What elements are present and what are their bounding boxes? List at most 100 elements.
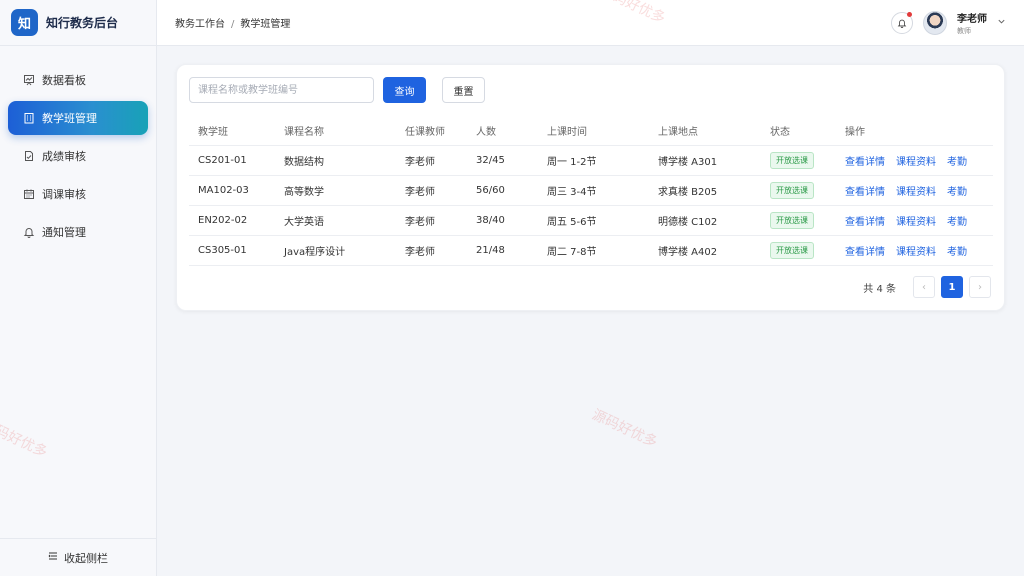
user-info[interactable]: 李老师 教师	[957, 10, 987, 36]
cell-course: 高等数学	[275, 175, 396, 206]
course-material-link[interactable]: 课程资料	[896, 157, 936, 168]
column-header: 教学班	[189, 117, 275, 146]
cell-teacher: 李老师	[396, 205, 467, 236]
top-header: 教务工作台 / 教学班管理 李老师 教师	[157, 0, 1024, 46]
view-detail-link[interactable]: 查看详情	[845, 157, 885, 168]
cell-course: Java程序设计	[275, 235, 396, 266]
cell-place: 博学楼 A402	[649, 235, 761, 266]
user-name: 李老师	[957, 14, 987, 25]
brand-title: 知行教务后台	[46, 16, 119, 30]
watermark: 源码好优多	[589, 406, 660, 451]
view-detail-link[interactable]: 查看详情	[845, 247, 885, 258]
sidebar-nav: 数据看板 教学班管理 成绩审核 调课审核 通知管理	[0, 46, 156, 249]
cell-actions: 查看详情 课程资料 考勤	[836, 205, 993, 236]
cell-place: 求真楼 B205	[649, 175, 761, 206]
attendance-link[interactable]: 考勤	[947, 187, 967, 198]
sidebar-item-label: 调课审核	[42, 188, 86, 201]
notification-button[interactable]	[891, 12, 913, 34]
sidebar-item-schedule-review[interactable]: 调课审核	[8, 177, 148, 211]
cell-count: 38/40	[467, 205, 538, 236]
table-row: MA102-03 高等数学 李老师 56/60 周三 3-4节 求真楼 B205…	[189, 175, 993, 206]
cell-teacher: 李老师	[396, 145, 467, 176]
cell-status: 开放选课	[761, 205, 836, 236]
status-badge: 开放选课	[770, 151, 814, 169]
collapse-sidebar-button[interactable]: 收起侧栏	[0, 538, 156, 576]
brand: 知 知行教务后台	[0, 0, 156, 46]
cell-count: 32/45	[467, 145, 538, 176]
attendance-link[interactable]: 考勤	[947, 157, 967, 168]
table-header-row: 教学班 课程名称 任课教师 人数 上课时间 上课地点 状态 操作	[189, 117, 993, 146]
sidebar-item-dashboard[interactable]: 数据看板	[8, 63, 148, 97]
building-icon	[23, 112, 35, 124]
sidebar-item-grade-review[interactable]: 成绩审核	[8, 139, 148, 173]
prev-page-button[interactable]: ‹	[913, 276, 935, 298]
cell-teacher: 李老师	[396, 175, 467, 206]
breadcrumb-item: 教学班管理	[240, 19, 291, 30]
table-row: CS201-01 数据结构 李老师 32/45 周一 1-2节 博学楼 A301…	[189, 145, 993, 176]
column-header: 课程名称	[275, 117, 396, 146]
sidebar-item-class-management[interactable]: 教学班管理	[8, 101, 148, 135]
cell-course: 大学英语	[275, 205, 396, 236]
view-detail-link[interactable]: 查看详情	[845, 187, 885, 198]
column-header: 任课教师	[396, 117, 467, 146]
pagination: 共 4 条 ‹ 1 ›	[863, 276, 991, 298]
cell-status: 开放选课	[761, 175, 836, 206]
calendar-icon	[23, 188, 35, 200]
cell-class-id: CS201-01	[189, 145, 275, 176]
user-role: 教师	[957, 27, 971, 35]
document-check-icon	[23, 150, 35, 162]
cell-time: 周五 5-6节	[538, 205, 649, 236]
sidebar-item-label: 通知管理	[42, 226, 86, 239]
status-badge: 开放选课	[770, 181, 814, 199]
cell-status: 开放选课	[761, 235, 836, 266]
cell-count: 21/48	[467, 235, 538, 266]
query-button[interactable]: 查询	[383, 77, 426, 103]
column-header: 上课地点	[649, 117, 761, 146]
view-detail-link[interactable]: 查看详情	[845, 217, 885, 228]
notification-dot	[907, 12, 912, 17]
cell-class-id: MA102-03	[189, 175, 275, 206]
breadcrumb: 教务工作台 / 教学班管理	[175, 15, 290, 30]
next-page-button[interactable]: ›	[969, 276, 991, 298]
status-badge: 开放选课	[770, 211, 814, 229]
cell-actions: 查看详情 课程资料 考勤	[836, 175, 993, 206]
cell-actions: 查看详情 课程资料 考勤	[836, 145, 993, 176]
attendance-link[interactable]: 考勤	[947, 247, 967, 258]
table-row: CS305-01 Java程序设计 李老师 21/48 周二 7-8节 博学楼 …	[189, 235, 993, 266]
sidebar: 知 知行教务后台 数据看板 教学班管理 成绩审核 调课审核 通知管理 收起侧栏	[0, 0, 157, 576]
course-material-link[interactable]: 课程资料	[896, 187, 936, 198]
sidebar-item-label: 教学班管理	[42, 112, 97, 125]
bell-icon	[897, 19, 907, 28]
sidebar-item-label: 成绩审核	[42, 150, 86, 163]
course-material-link[interactable]: 课程资料	[896, 217, 936, 228]
course-material-link[interactable]: 课程资料	[896, 247, 936, 258]
column-header: 人数	[467, 117, 538, 146]
cell-place: 明德楼 C102	[649, 205, 761, 236]
class-table: 教学班 课程名称 任课教师 人数 上课时间 上课地点 状态 操作 CS201-0…	[189, 117, 993, 266]
chevron-down-icon[interactable]	[997, 17, 1006, 29]
cell-time: 周三 3-4节	[538, 175, 649, 206]
cell-class-id: EN202-02	[189, 205, 275, 236]
search-input[interactable]	[189, 77, 374, 103]
avatar[interactable]	[923, 11, 947, 35]
chart-board-icon	[23, 74, 35, 86]
column-header: 上课时间	[538, 117, 649, 146]
sidebar-item-notifications[interactable]: 通知管理	[8, 215, 148, 249]
breadcrumb-item[interactable]: 教务工作台	[175, 19, 225, 30]
cell-place: 博学楼 A301	[649, 145, 761, 176]
collapse-label: 收起侧栏	[64, 551, 108, 565]
page-number-button[interactable]: 1	[941, 276, 963, 298]
total-count: 共 4 条	[863, 283, 896, 295]
column-header: 状态	[761, 117, 836, 146]
cell-status: 开放选课	[761, 145, 836, 176]
bell-icon	[23, 226, 35, 238]
class-list-card: 查询 重置 教学班 课程名称 任课教师 人数 上课时间 上课地点 状态 操作 C…	[176, 64, 1005, 311]
reset-button[interactable]: 重置	[442, 77, 485, 103]
cell-course: 数据结构	[275, 145, 396, 176]
cell-teacher: 李老师	[396, 235, 467, 266]
attendance-link[interactable]: 考勤	[947, 217, 967, 228]
cell-time: 周二 7-8节	[538, 235, 649, 266]
breadcrumb-separator: /	[231, 19, 235, 30]
sidebar-item-label: 数据看板	[42, 74, 86, 87]
column-header: 操作	[836, 117, 993, 146]
